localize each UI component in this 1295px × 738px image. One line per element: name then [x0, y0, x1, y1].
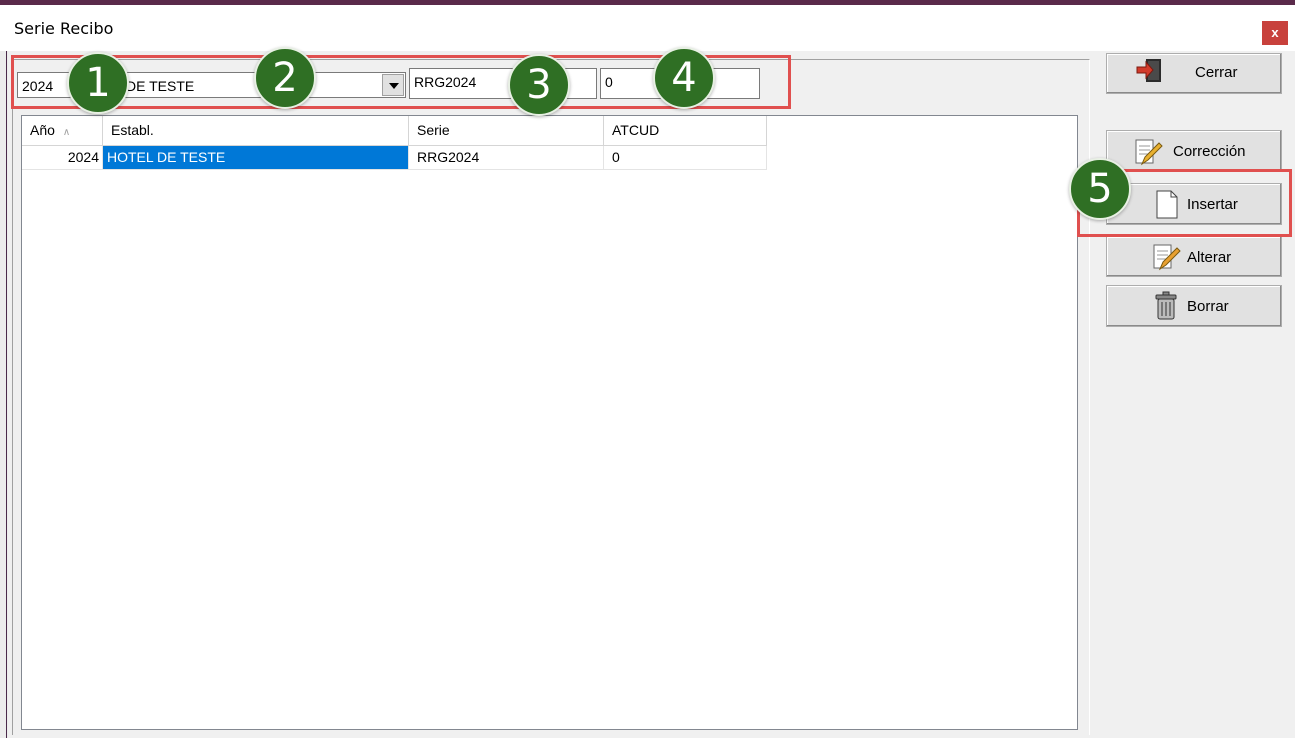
delete-button[interactable]: Borrar	[1106, 285, 1282, 327]
column-header-year-label: Año	[30, 122, 55, 138]
close-window-button[interactable]: x	[1262, 21, 1288, 45]
column-header-serie[interactable]: Serie	[409, 116, 604, 146]
series-grid[interactable]: Año ∧ Establ. Serie ATCUD 2024 HOTEL DE T…	[21, 115, 1078, 730]
annotation-badge-5: 5	[1069, 158, 1131, 220]
notepad-pencil-icon	[1135, 139, 1163, 166]
cell-establishment: HOTEL DE TESTE	[103, 146, 409, 170]
sort-ascending-icon: ∧	[62, 127, 71, 138]
alter-button-label: Alterar	[1187, 249, 1232, 266]
alter-button[interactable]: Alterar	[1106, 236, 1282, 277]
title-bar: Serie Recibo x	[0, 5, 1295, 51]
close-button-label: Cerrar	[1195, 64, 1238, 81]
annotation-badge-3: 3	[508, 54, 570, 116]
annotation-badge-4: 4	[653, 47, 715, 109]
notepad-pencil-icon	[1153, 244, 1181, 271]
annotation-badge-1: 1	[67, 52, 129, 114]
cell-atcud: 0	[604, 146, 767, 170]
correction-button[interactable]: Corrección	[1106, 130, 1282, 172]
cell-serie: RRG2024	[409, 146, 604, 170]
column-header-year[interactable]: Año ∧	[22, 116, 103, 146]
exit-door-icon	[1136, 59, 1161, 82]
column-header-establishment[interactable]: Establ.	[103, 116, 409, 146]
column-header-atcud[interactable]: ATCUD	[604, 116, 767, 146]
window-title: Serie Recibo	[14, 19, 114, 38]
cell-year: 2024	[22, 146, 103, 170]
close-button[interactable]: Cerrar	[1106, 53, 1282, 94]
correction-button-label: Corrección	[1173, 143, 1246, 160]
window-left-edge	[0, 51, 8, 738]
delete-button-label: Borrar	[1187, 298, 1229, 315]
annotation-badge-2: 2	[254, 47, 316, 109]
trash-can-icon	[1155, 291, 1177, 320]
